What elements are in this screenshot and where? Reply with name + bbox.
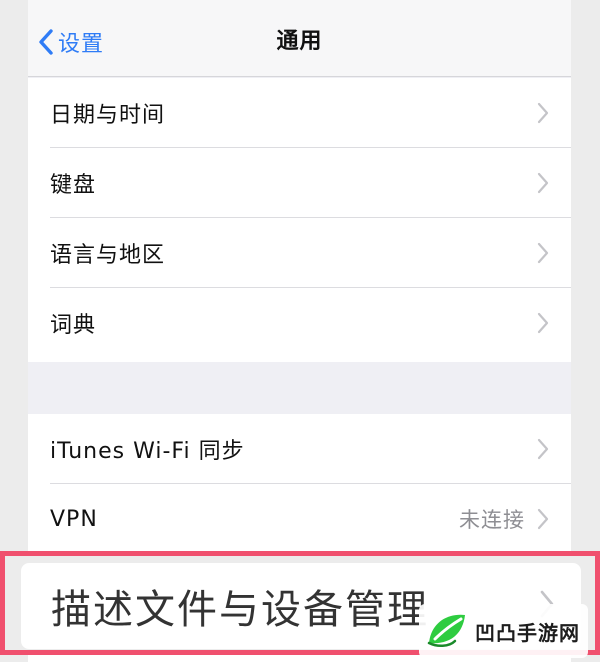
row-date-time[interactable]: 日期与时间	[28, 78, 571, 148]
chevron-right-icon	[537, 508, 549, 530]
row-label: iTunes Wi-Fi 同步	[50, 439, 245, 464]
row-label: VPN	[50, 506, 98, 532]
row-label: 词典	[50, 313, 97, 338]
chevron-right-icon	[537, 102, 549, 124]
leaf-logo-icon	[425, 609, 469, 653]
row-language-region[interactable]: 语言与地区	[28, 218, 571, 288]
watermark-text: 凹凸手游网	[475, 620, 580, 645]
row-vpn[interactable]: VPN 未连接	[28, 484, 571, 554]
watermark: 凹凸手游网	[419, 604, 588, 658]
settings-group-1: 日期与时间 键盘 语言与地区 词典	[28, 78, 571, 362]
row-itunes-wifi-sync[interactable]: iTunes Wi-Fi 同步	[28, 414, 571, 484]
navigation-bar: 设置 通用	[28, 0, 571, 77]
vpn-status: 未连接	[459, 508, 525, 532]
row-dictionary[interactable]: 词典	[28, 288, 571, 358]
row-label: 键盘	[50, 173, 97, 198]
page-title: 通用	[276, 29, 323, 54]
chevron-right-icon	[537, 312, 549, 334]
chevron-right-icon	[537, 242, 549, 264]
row-label: 语言与地区	[50, 243, 166, 268]
row-label: 日期与时间	[50, 103, 166, 128]
row-keyboard[interactable]: 键盘	[28, 148, 571, 218]
chevron-right-icon	[537, 438, 549, 460]
chevron-right-icon	[537, 172, 549, 194]
